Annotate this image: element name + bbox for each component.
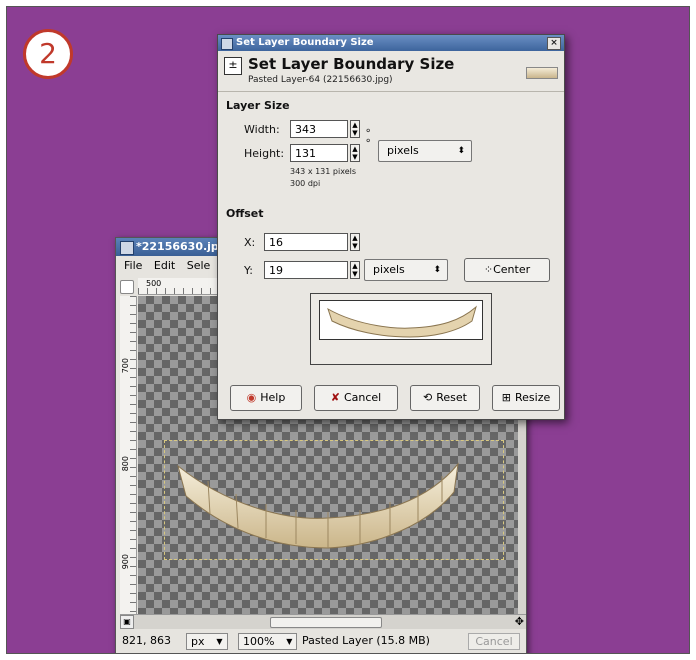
ruler-ticks xyxy=(130,296,136,614)
dialog-heading: Set Layer Boundary Size xyxy=(248,55,455,73)
layer-thumbnail xyxy=(526,67,558,79)
ruler-left-label-900: 900 xyxy=(121,554,130,570)
help-button-label: Help xyxy=(260,391,286,404)
offset-y-input[interactable]: 19 xyxy=(264,261,348,279)
offset-y-spinner[interactable]: ▲ ▼ xyxy=(350,261,360,279)
chain-link-icon[interactable]: ⚬ ⚬ xyxy=(364,127,372,147)
offset-unit-select[interactable]: pixels ⬍ xyxy=(364,259,448,281)
width-label: Width: xyxy=(244,123,280,136)
quick-mask-toggle-icon[interactable] xyxy=(120,280,134,294)
preview-image xyxy=(319,300,483,340)
help-icon: ◉ xyxy=(246,391,257,404)
dimensions-info: 343 x 131 pixels xyxy=(290,167,357,176)
resize-button[interactable]: ⊞ Resize xyxy=(492,385,560,411)
ruler-left-label-800: 800 xyxy=(121,456,130,472)
scroll-thumb[interactable] xyxy=(270,617,382,628)
menu-select[interactable]: Sele xyxy=(187,259,211,272)
layer-size-section-label: Layer Size xyxy=(226,99,290,112)
offset-x-input[interactable]: 16 xyxy=(264,233,348,251)
offset-preview[interactable] xyxy=(310,293,492,365)
dialog-subheading: Pasted Layer-64 (22156630.jpg) xyxy=(248,75,393,85)
step-number-badge: 2 xyxy=(23,29,73,79)
center-button-label: Center xyxy=(493,263,531,276)
ruler-left-label-700: 700 xyxy=(121,358,130,374)
cancel-x-icon: ✘ xyxy=(330,391,340,404)
offset-section-label: Offset xyxy=(226,207,264,220)
resize-button-label: Resize xyxy=(514,391,551,404)
help-button[interactable]: ◉ Help xyxy=(230,385,302,411)
updown-icon: ⬍ xyxy=(433,265,441,275)
cancel-button-label: Cancel xyxy=(343,391,382,404)
layer-info: Pasted Layer (15.8 MB) xyxy=(302,634,430,647)
preview-teeth-image xyxy=(327,305,477,338)
reset-button[interactable]: ⟲ Reset xyxy=(410,385,480,411)
horizontal-scrollbar[interactable]: ▣ ✥ xyxy=(120,614,526,629)
offset-unit-value: pixels xyxy=(373,263,405,276)
offset-x-label: X: xyxy=(244,236,256,249)
zoom-selector[interactable]: 100% ▼ xyxy=(238,633,298,650)
menu-file[interactable]: File xyxy=(124,259,142,272)
reset-button-label: Reset xyxy=(436,391,467,404)
layer-resize-icon: ± xyxy=(224,57,242,75)
zoom-value: 100% xyxy=(243,635,275,648)
status-cancel-button[interactable]: Cancel xyxy=(468,633,520,650)
center-button[interactable]: ⁘Center xyxy=(464,258,550,282)
offset-y-label: Y: xyxy=(244,264,253,277)
updown-icon: ⬍ xyxy=(457,146,465,156)
center-icon: ⁘ xyxy=(483,263,494,276)
navigate-icon[interactable]: ▣ xyxy=(120,615,134,629)
vertical-ruler[interactable]: 700 800 900 xyxy=(120,296,137,614)
move-arrows-icon[interactable]: ✥ xyxy=(515,615,524,629)
height-label: Height: xyxy=(244,147,285,160)
status-bar: 821, 863 px ▼ 100% ▼ Pasted Layer (15.8 MB… xyxy=(116,630,526,652)
pointer-coordinates: 821, 863 xyxy=(122,634,171,647)
height-spinner[interactable]: ▲ ▼ xyxy=(350,144,360,162)
ruler-top-label: 500 xyxy=(146,279,162,288)
resolution-info: 300 dpi xyxy=(290,179,321,188)
window-menu-icon[interactable] xyxy=(221,38,233,50)
dialog-header: ± Set Layer Boundary Size Pasted Layer-6… xyxy=(218,51,564,92)
width-spinner[interactable]: ▲ ▼ xyxy=(350,120,360,138)
chevron-down-icon: ▼ xyxy=(286,637,293,646)
dialog-window-title: Set Layer Boundary Size xyxy=(236,37,374,48)
layer-boundary-outline xyxy=(164,440,504,560)
size-unit-value: pixels xyxy=(387,144,419,157)
window-menu-icon[interactable] xyxy=(120,241,134,255)
close-icon[interactable]: × xyxy=(547,37,561,50)
size-unit-select[interactable]: pixels ⬍ xyxy=(378,140,472,162)
height-input[interactable]: 131 xyxy=(290,144,348,162)
resize-icon: ⊞ xyxy=(501,391,511,404)
illustration-frame: 2 *22156630.jpg- File Edit Sele 500 700 … xyxy=(6,6,690,654)
cancel-button[interactable]: ✘ Cancel xyxy=(314,385,398,411)
unit-selector[interactable]: px ▼ xyxy=(186,633,228,650)
dialog-titlebar[interactable]: Set Layer Boundary Size × xyxy=(218,35,564,51)
set-layer-boundary-dialog: Set Layer Boundary Size × ± Set Layer Bo… xyxy=(217,34,565,420)
unit-value: px xyxy=(191,635,205,648)
dialog-button-row: ◉ Help ✘ Cancel ⟲ Reset ⊞ Resize xyxy=(230,385,560,411)
offset-x-spinner[interactable]: ▲ ▼ xyxy=(350,233,360,251)
reset-icon: ⟲ xyxy=(423,391,433,404)
chevron-down-icon: ▼ xyxy=(216,637,223,646)
width-input[interactable]: 343 xyxy=(290,120,348,138)
menu-edit[interactable]: Edit xyxy=(154,259,175,272)
